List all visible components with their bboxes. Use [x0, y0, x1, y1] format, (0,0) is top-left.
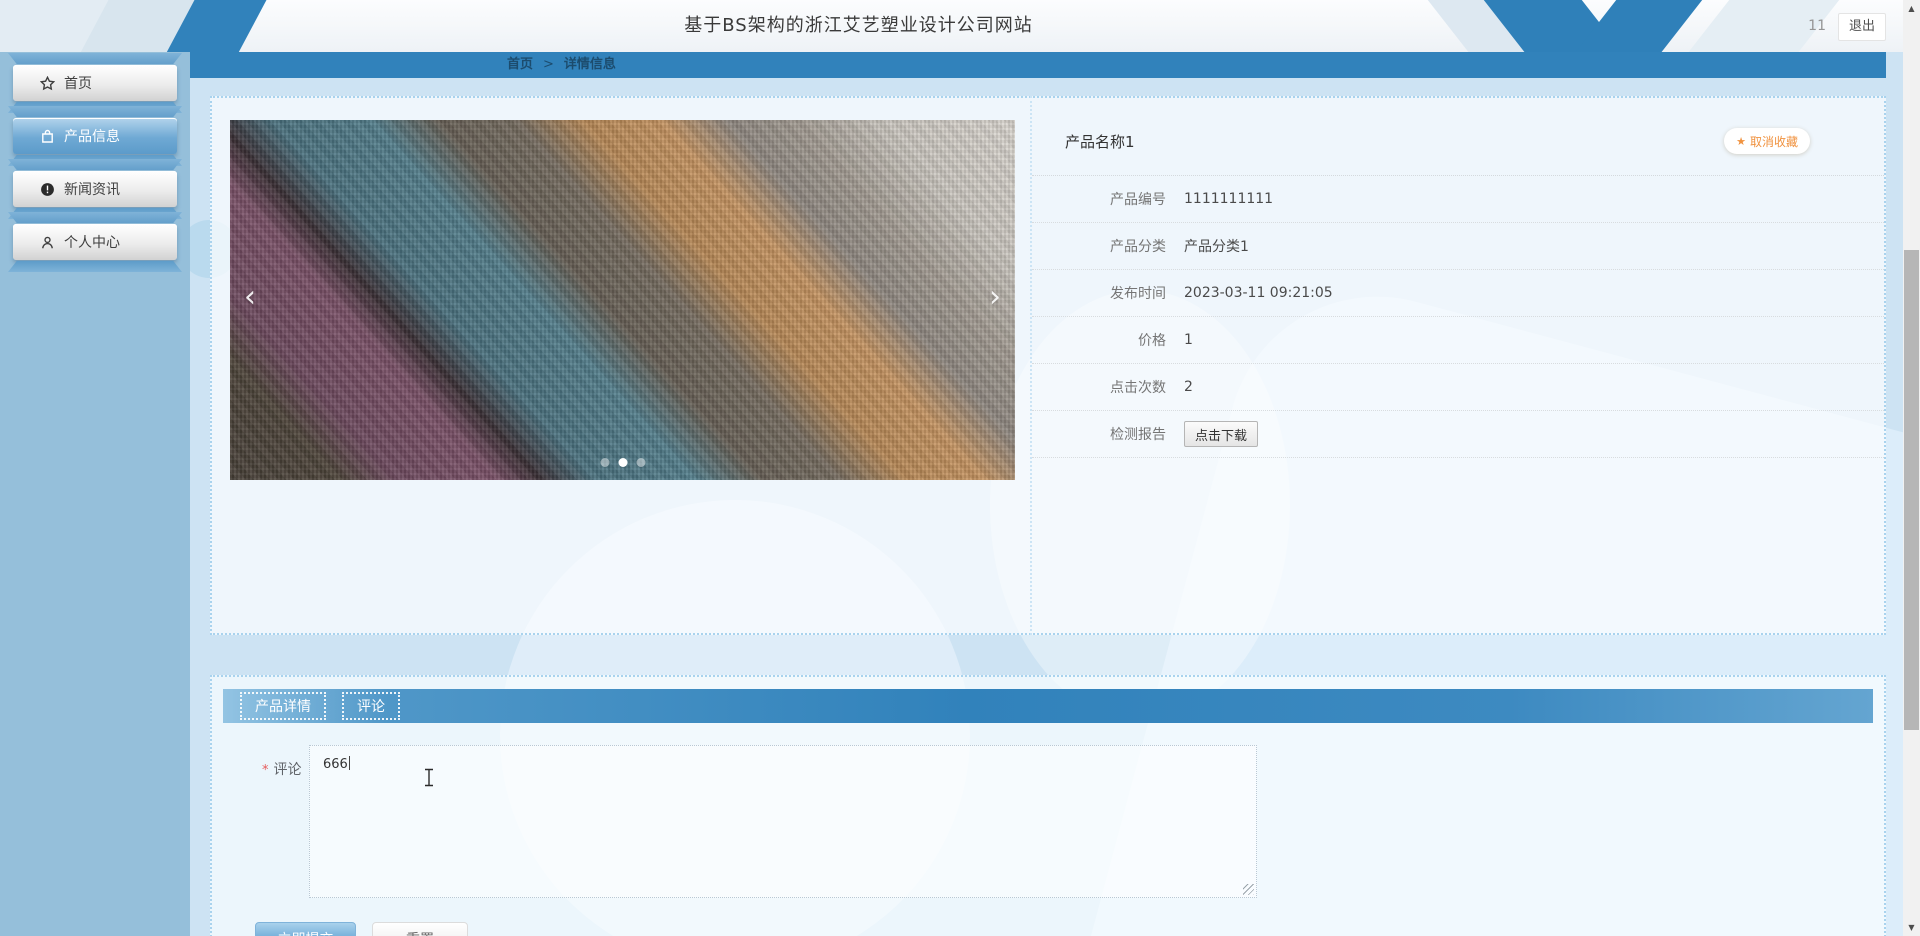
- info-value: 产品分类1: [1184, 239, 1249, 255]
- download-report-button[interactable]: 点击下载: [1184, 421, 1259, 447]
- info-label: 产品分类: [1110, 239, 1166, 255]
- sidebar-item-products[interactable]: 产品信息: [13, 118, 177, 154]
- product-detail-panel: ‹ › 产品名称1 ★ 取消收藏 产品编号 1111111111 产品分类 产品…: [210, 96, 1886, 635]
- required-mark: *: [262, 763, 269, 778]
- comment-text: 666: [323, 757, 348, 772]
- info-label: 发布时间: [1110, 286, 1166, 302]
- submit-button[interactable]: 立即提交: [255, 922, 356, 936]
- info-row-product-number: 产品编号 1111111111: [1032, 176, 1884, 223]
- vertical-scrollbar[interactable]: ▲ ▼: [1903, 0, 1920, 936]
- info-value: 1111111111: [1184, 191, 1274, 207]
- breadcrumb-separator: >: [543, 57, 554, 72]
- sidebar-item-home[interactable]: 首页: [13, 65, 177, 101]
- info-row-price: 价格 1: [1032, 317, 1884, 364]
- site-title: 基于BS架构的浙江艾艺塑业设计公司网站: [684, 15, 1033, 36]
- comment-field-label: * 评论: [262, 759, 302, 779]
- sidebar-item-label: 首页: [64, 76, 92, 92]
- sidebar-item-label: 个人中心: [64, 235, 120, 251]
- carousel-dots: [600, 458, 645, 467]
- sidebar: 首页 产品信息 新闻资讯 个人中心: [0, 52, 190, 936]
- comment-section: 产品详情 评论 * 评论 666 立即提交 重置: [210, 675, 1886, 936]
- carousel-dot-active[interactable]: [618, 458, 627, 467]
- carousel-dot[interactable]: [600, 458, 609, 467]
- tab-product-detail[interactable]: 产品详情: [240, 692, 326, 720]
- header: 基于BS架构的浙江艾艺塑业设计公司网站 11 退出: [0, 0, 1920, 52]
- breadcrumb-current: 详情信息: [563, 57, 616, 72]
- tab-bar: 产品详情 评论: [223, 689, 1873, 723]
- info-value: 2023-03-11 09:21:05: [1184, 285, 1333, 301]
- sidebar-item-label: 新闻资讯: [64, 182, 120, 198]
- fabric-texture-image: [230, 120, 1015, 480]
- product-name: 产品名称1: [1065, 133, 1135, 151]
- info-label: 价格: [1138, 333, 1166, 349]
- app-window: 基于BS架构的浙江艾艺塑业设计公司网站 11 退出 首页 > 详情信息 首页 产品信…: [0, 0, 1920, 936]
- textarea-resize-handle[interactable]: [1243, 884, 1254, 895]
- comment-textarea[interactable]: 666: [309, 745, 1257, 898]
- carousel-dot[interactable]: [636, 458, 645, 467]
- scrollbar-down-arrow-icon[interactable]: ▼: [1903, 919, 1920, 936]
- reset-button[interactable]: 重置: [372, 922, 468, 936]
- info-row-test-report: 检测报告 点击下载: [1032, 411, 1884, 458]
- info-value: 1: [1184, 332, 1193, 348]
- info-label: 产品编号: [1110, 192, 1166, 208]
- info-row-publish-time: 发布时间 2023-03-11 09:21:05: [1032, 270, 1884, 317]
- info-value: 2: [1184, 379, 1193, 395]
- breadcrumb: 首页 > 详情信息: [507, 52, 616, 78]
- product-title-row: 产品名称1 ★ 取消收藏: [1032, 98, 1884, 176]
- header-count: 11: [1808, 18, 1826, 34]
- star-icon: [40, 75, 55, 90]
- sidebar-item-label: 产品信息: [64, 129, 120, 145]
- scrollbar-thumb[interactable]: [1904, 250, 1919, 730]
- product-image-carousel: ‹ ›: [230, 120, 1015, 480]
- text-caret: [348, 756, 350, 770]
- product-info: 产品名称1 ★ 取消收藏 产品编号 1111111111 产品分类 产品分类1 …: [1032, 98, 1884, 633]
- unfavorite-button[interactable]: ★ 取消收藏: [1724, 128, 1810, 154]
- favorite-star-icon: ★: [1736, 134, 1746, 148]
- comment-label-text: 评论: [273, 762, 302, 778]
- info-row-product-category: 产品分类 产品分类1: [1032, 223, 1884, 270]
- user-icon: [42, 236, 53, 248]
- tab-comments[interactable]: 评论: [342, 692, 400, 720]
- carousel-next-icon[interactable]: ›: [989, 282, 1001, 313]
- scrollbar-up-arrow-icon[interactable]: ▲: [1903, 0, 1920, 17]
- breadcrumb-home-link[interactable]: 首页: [507, 57, 533, 72]
- bag-icon: [42, 129, 53, 143]
- unfavorite-label: 取消收藏: [1749, 134, 1798, 149]
- carousel-prev-icon[interactable]: ‹: [244, 282, 256, 313]
- logout-button[interactable]: 退出: [1838, 13, 1886, 41]
- info-label: 点击次数: [1110, 380, 1166, 396]
- info-label: 检测报告: [1110, 427, 1166, 443]
- info-row-click-count: 点击次数 2: [1032, 364, 1884, 411]
- exclamation-circle-icon: [41, 182, 54, 196]
- sidebar-item-news[interactable]: 新闻资讯: [13, 171, 177, 207]
- breadcrumb-bar: 首页 > 详情信息: [190, 52, 1886, 78]
- sidebar-item-profile[interactable]: 个人中心: [13, 224, 177, 260]
